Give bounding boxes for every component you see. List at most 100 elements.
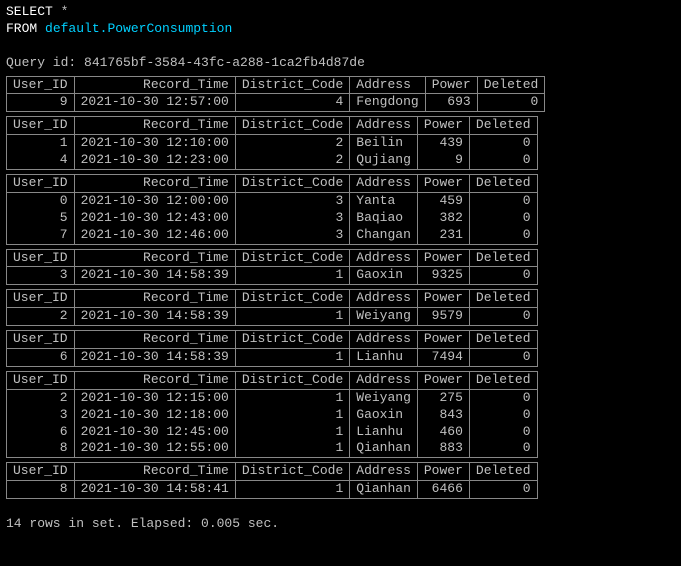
cell-address: Qianhan <box>350 440 418 457</box>
column-header: Deleted <box>469 175 537 193</box>
cell-deleted: 0 <box>469 424 537 441</box>
cell-district_code: 1 <box>235 267 349 285</box>
cell-address: Changan <box>350 227 418 244</box>
cell-record_time: 2021-10-30 14:58:39 <box>74 308 235 326</box>
result-table: User_IDRecord_TimeDistrict_CodeAddressPo… <box>6 174 538 245</box>
cell-deleted: 0 <box>469 440 537 457</box>
cell-district_code: 1 <box>235 308 349 326</box>
cell-power: 382 <box>417 210 469 227</box>
cell-power: 460 <box>417 424 469 441</box>
column-header: Deleted <box>469 117 537 135</box>
cell-user_id: 5 <box>7 210 75 227</box>
column-header: Deleted <box>469 290 537 308</box>
column-header: Record_Time <box>74 249 235 267</box>
cell-district_code: 1 <box>235 407 349 424</box>
result-block: User_IDRecord_TimeDistrict_CodeAddressPo… <box>6 330 675 367</box>
result-table: User_IDRecord_TimeDistrict_CodeAddressPo… <box>6 371 538 458</box>
column-header: User_ID <box>7 371 75 389</box>
column-header: Record_Time <box>74 117 235 135</box>
table-row: 12021-10-30 12:10:002Beilin4390 <box>7 135 538 152</box>
column-header: Record_Time <box>74 463 235 481</box>
sql-line-1: SELECT * <box>6 4 675 21</box>
cell-address: Lianhu <box>350 349 418 367</box>
cell-deleted: 0 <box>469 227 537 244</box>
column-header: Power <box>417 331 469 349</box>
cell-power: 439 <box>417 135 469 152</box>
cell-user_id: 6 <box>7 349 75 367</box>
cell-user_id: 2 <box>7 308 75 326</box>
cell-deleted: 0 <box>469 407 537 424</box>
select-keyword: SELECT <box>6 4 53 19</box>
result-blocks: User_IDRecord_TimeDistrict_CodeAddressPo… <box>6 76 675 500</box>
column-header: User_ID <box>7 290 75 308</box>
cell-record_time: 2021-10-30 12:46:00 <box>74 227 235 244</box>
cell-deleted: 0 <box>469 135 537 152</box>
cell-record_time: 2021-10-30 12:18:00 <box>74 407 235 424</box>
cell-deleted: 0 <box>469 481 537 499</box>
result-block: User_IDRecord_TimeDistrict_CodeAddressPo… <box>6 174 675 245</box>
table-row: 32021-10-30 14:58:391Gaoxin93250 <box>7 267 538 285</box>
cell-deleted: 0 <box>469 349 537 367</box>
cell-address: Weiyang <box>350 389 418 406</box>
column-header: Deleted <box>477 76 545 94</box>
table-row: 42021-10-30 12:23:002Qujiang90 <box>7 152 538 169</box>
column-header: Record_Time <box>74 76 235 94</box>
table-row: 22021-10-30 14:58:391Weiyang95790 <box>7 308 538 326</box>
column-header: Address <box>350 175 418 193</box>
query-id-value: 841765bf-3584-43fc-a288-1ca2fb4d87de <box>84 55 365 70</box>
column-header: Address <box>350 290 418 308</box>
cell-record_time: 2021-10-30 12:43:00 <box>74 210 235 227</box>
column-header: User_ID <box>7 249 75 267</box>
column-header: Address <box>350 249 418 267</box>
table-row: 82021-10-30 14:58:411Qianhan64660 <box>7 481 538 499</box>
query-id-label: Query id: <box>6 55 76 70</box>
column-header: Record_Time <box>74 290 235 308</box>
column-header: District_Code <box>235 371 349 389</box>
column-header: District_Code <box>235 175 349 193</box>
cell-power: 231 <box>417 227 469 244</box>
table-row: 32021-10-30 12:18:001Gaoxin8430 <box>7 407 538 424</box>
result-block: User_IDRecord_TimeDistrict_CodeAddressPo… <box>6 289 675 326</box>
cell-user_id: 3 <box>7 267 75 285</box>
query-id-line: Query id: 841765bf-3584-43fc-a288-1ca2fb… <box>6 55 675 72</box>
cell-deleted: 0 <box>477 94 545 112</box>
select-star: * <box>61 4 69 19</box>
cell-district_code: 4 <box>235 94 349 112</box>
column-header: User_ID <box>7 463 75 481</box>
cell-record_time: 2021-10-30 12:15:00 <box>74 389 235 406</box>
cell-district_code: 1 <box>235 389 349 406</box>
cell-user_id: 6 <box>7 424 75 441</box>
table-identifier: default.PowerConsumption <box>45 21 232 36</box>
cell-power: 9579 <box>417 308 469 326</box>
column-header: Address <box>350 76 425 94</box>
cell-address: Weiyang <box>350 308 418 326</box>
table-row: 52021-10-30 12:43:003Baqiao3820 <box>7 210 538 227</box>
column-header: Record_Time <box>74 175 235 193</box>
cell-user_id: 4 <box>7 152 75 169</box>
cell-district_code: 1 <box>235 424 349 441</box>
cell-power: 275 <box>417 389 469 406</box>
column-header: Power <box>425 76 477 94</box>
column-header: Deleted <box>469 249 537 267</box>
column-header: Address <box>350 371 418 389</box>
table-row: 72021-10-30 12:46:003Changan2310 <box>7 227 538 244</box>
cell-district_code: 3 <box>235 227 349 244</box>
column-header: User_ID <box>7 175 75 193</box>
column-header: Deleted <box>469 371 537 389</box>
cell-district_code: 2 <box>235 152 349 169</box>
cell-record_time: 2021-10-30 14:58:39 <box>74 267 235 285</box>
column-header: Record_Time <box>74 371 235 389</box>
cell-address: Yanta <box>350 192 418 209</box>
footer-line: 14 rows in set. Elapsed: 0.005 sec. <box>6 516 675 533</box>
cell-power: 9325 <box>417 267 469 285</box>
column-header: District_Code <box>235 76 349 94</box>
table-row: 62021-10-30 14:58:391Lianhu74940 <box>7 349 538 367</box>
column-header: Address <box>350 463 418 481</box>
column-header: Power <box>417 463 469 481</box>
cell-power: 843 <box>417 407 469 424</box>
cell-power: 9 <box>417 152 469 169</box>
result-table: User_IDRecord_TimeDistrict_CodeAddressPo… <box>6 249 538 286</box>
column-header: User_ID <box>7 76 75 94</box>
cell-record_time: 2021-10-30 14:58:41 <box>74 481 235 499</box>
column-header: District_Code <box>235 463 349 481</box>
